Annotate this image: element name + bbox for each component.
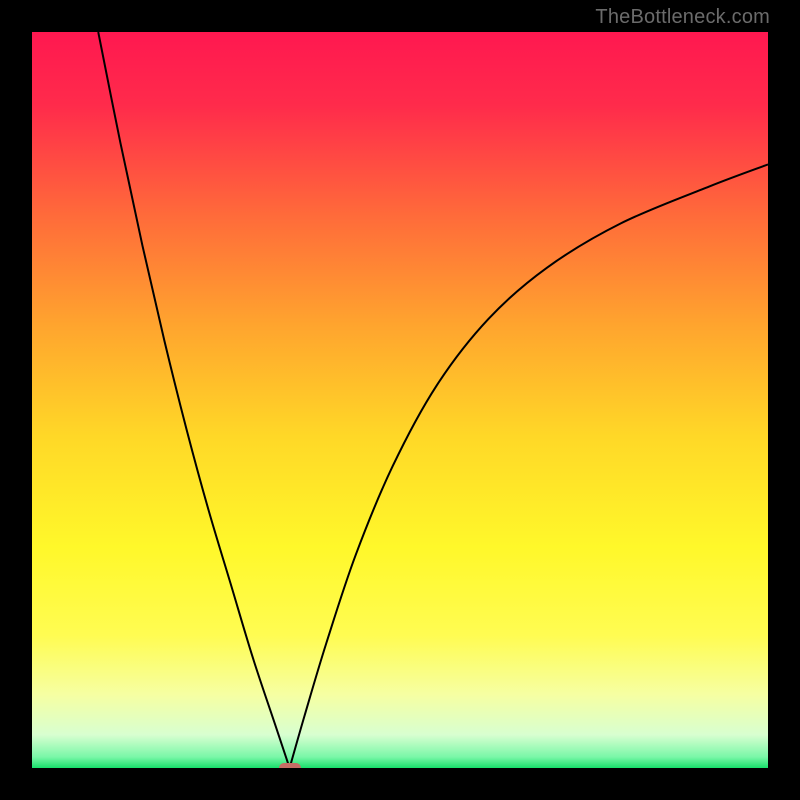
watermark-text: TheBottleneck.com bbox=[595, 6, 770, 29]
curve-path bbox=[98, 32, 768, 768]
optimal-marker bbox=[279, 763, 301, 768]
plot-area bbox=[32, 32, 768, 768]
chart-frame: TheBottleneck.com bbox=[0, 0, 800, 800]
bottleneck-curve bbox=[32, 32, 768, 768]
